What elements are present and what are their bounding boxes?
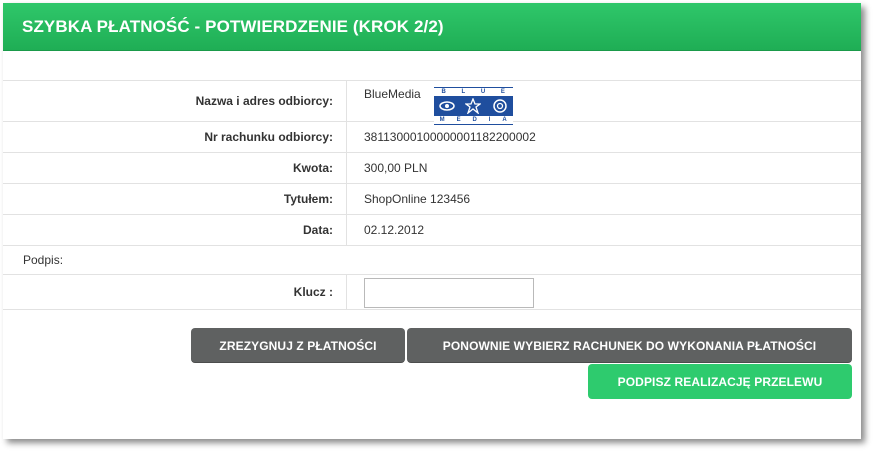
- sign-transfer-button[interactable]: PODPISZ REALIZACJĘ PRZELEWU: [588, 364, 852, 399]
- payment-confirmation-panel: SZYBKA PŁATNOŚĆ - POTWIERDZENIE (KROK 2/…: [3, 3, 861, 439]
- table-row: Data: 02.12.2012: [3, 214, 861, 246]
- recipient-label: Nazwa i adres odbiorcy:: [3, 80, 347, 122]
- account-label: Nr rachunku odbiorcy:: [3, 121, 347, 153]
- star-icon: [465, 98, 482, 114]
- account-value: 38113000100000001182200002: [346, 121, 861, 153]
- reselect-account-button[interactable]: PONOWNIE WYBIERZ RACHUNEK DO WYKONANIA P…: [407, 328, 852, 363]
- title-label: Tytułem:: [3, 183, 347, 215]
- table-row: Klucz :: [3, 274, 861, 310]
- eye-icon: [439, 101, 455, 111]
- date-label: Data:: [3, 214, 347, 246]
- recipient-name: BlueMedia: [364, 87, 421, 101]
- cancel-payment-button[interactable]: ZREZYGNUJ Z PŁATNOŚCI: [191, 328, 405, 363]
- key-input[interactable]: [364, 278, 534, 308]
- amount-label: Kwota:: [3, 152, 347, 184]
- signature-section-label: Podpis:: [3, 245, 861, 275]
- table-row: Kwota: 300,00 PLN: [3, 152, 861, 184]
- date-value: 02.12.2012: [346, 214, 861, 246]
- table-row: Tytułem: ShopOnline 123456: [3, 183, 861, 215]
- table-row: Nr rachunku odbiorcy: 381130001000000011…: [3, 121, 861, 153]
- table-row: Nazwa i adres odbiorcy: BlueMedia B L U …: [3, 80, 861, 125]
- amount-value: 300,00 PLN: [346, 152, 861, 184]
- page-title: SZYBKA PŁATNOŚĆ - POTWIERDZENIE (KROK 2/…: [22, 16, 444, 36]
- bluemedia-logo: B L U E M E D I A: [433, 87, 513, 125]
- key-label: Klucz :: [3, 274, 347, 310]
- table-row: Podpis:: [3, 245, 861, 275]
- title-value: ShopOnline 123456: [346, 183, 861, 215]
- payment-details-table: Nazwa i adres odbiorcy: BlueMedia B L U …: [3, 80, 861, 310]
- header-bar: SZYBKA PŁATNOŚĆ - POTWIERDZENIE (KROK 2/…: [3, 3, 861, 51]
- spiral-icon: [492, 99, 507, 113]
